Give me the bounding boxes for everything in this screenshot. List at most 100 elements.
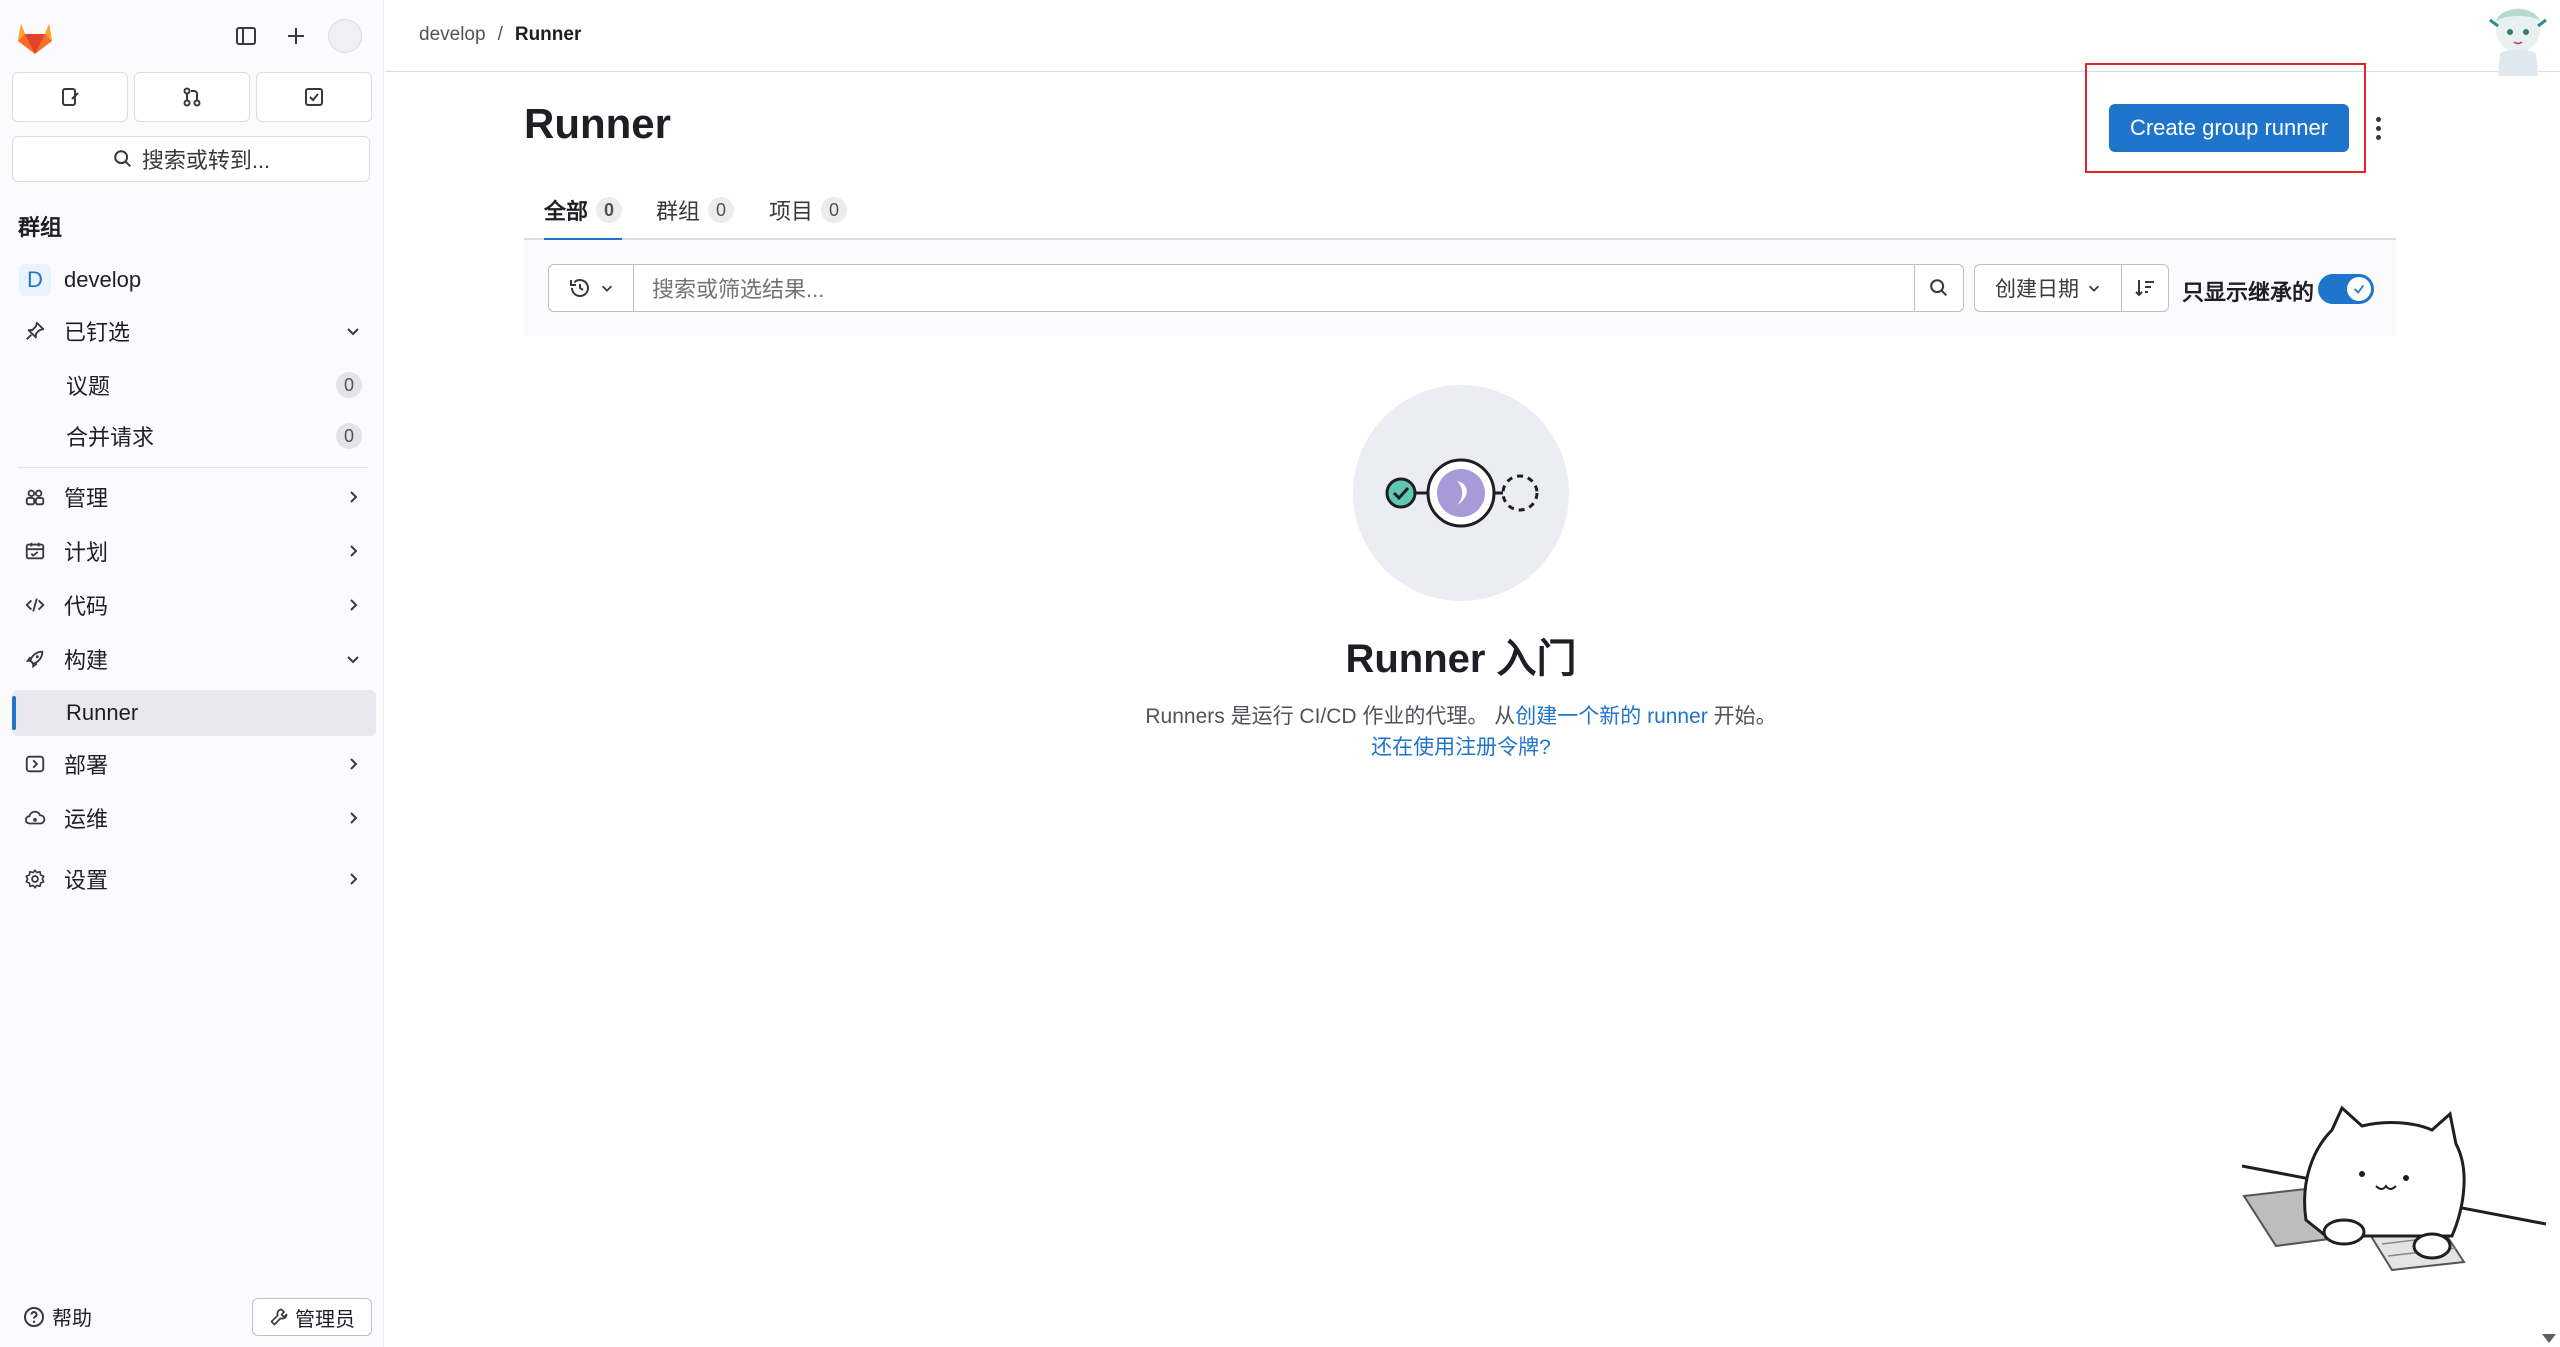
pin-icon bbox=[26, 321, 45, 340]
breadcrumb-parent[interactable]: develop bbox=[419, 24, 486, 46]
sidebar-item-issues[interactable]: 议题 0 bbox=[12, 362, 376, 408]
search-history-dropdown[interactable] bbox=[548, 264, 634, 312]
create-runner-link[interactable]: 创建一个新的 runner bbox=[1515, 705, 1708, 728]
sidebar-item-plan[interactable]: 计划 bbox=[12, 528, 376, 574]
sidebar-divider bbox=[18, 467, 368, 468]
scroll-down-arrow-icon[interactable] bbox=[2542, 1334, 2556, 1343]
tab-group-count: 0 bbox=[708, 197, 735, 223]
chevron-right-icon bbox=[350, 599, 358, 611]
sidebar-item-deploy[interactable]: 部署 bbox=[12, 741, 376, 787]
merge-request-icon bbox=[183, 87, 201, 107]
chevron-right-icon bbox=[350, 873, 358, 885]
cat-keyboard-illustration bbox=[2241, 1105, 2547, 1272]
cloud-gear-icon bbox=[24, 810, 46, 825]
merge-requests-quick-button[interactable] bbox=[134, 72, 250, 122]
issues-count-badge: 0 bbox=[336, 372, 362, 398]
chevron-down-icon bbox=[602, 285, 612, 292]
code-icon bbox=[25, 598, 45, 612]
tab-project-count: 0 bbox=[821, 197, 848, 223]
sidebar-item-settings[interactable]: 设置 bbox=[12, 856, 376, 902]
chevron-right-icon bbox=[350, 758, 358, 770]
runner-empty-state-illustration bbox=[1353, 385, 1569, 601]
anime-character-image bbox=[2489, 8, 2547, 76]
tab-project[interactable]: 项目 0 bbox=[769, 180, 848, 240]
sidebar-code-label: 代码 bbox=[64, 594, 109, 619]
tab-group[interactable]: 群组 0 bbox=[656, 180, 735, 240]
help-button[interactable]: 帮助 bbox=[22, 1302, 92, 1331]
sidebar-section-title: 群组 bbox=[18, 215, 63, 240]
chevron-down-icon bbox=[347, 656, 359, 664]
deploy-icon bbox=[25, 755, 45, 773]
top-bar: develop / Runner bbox=[385, 0, 2560, 76]
sidebar-deploy-label: 部署 bbox=[64, 753, 109, 778]
sidebar-search-button[interactable]: 搜索或转到... bbox=[12, 136, 370, 182]
tab-all[interactable]: 全部 0 bbox=[544, 180, 623, 242]
sort-lowest-icon bbox=[2135, 280, 2154, 297]
chevron-right-icon bbox=[350, 812, 358, 824]
sidebar-header bbox=[0, 0, 384, 72]
breadcrumb-current[interactable]: Runner bbox=[515, 24, 582, 46]
calendar-icon bbox=[25, 542, 45, 560]
sidebar-pinned-label: 已钉选 bbox=[64, 320, 131, 345]
sidebar-item-build[interactable]: 构建 bbox=[12, 636, 376, 682]
users-icon bbox=[25, 489, 45, 506]
filter-search-input[interactable]: 搜索或筛选结果... bbox=[633, 264, 1915, 312]
admin-label: 管理员 bbox=[295, 1308, 355, 1331]
search-icon bbox=[114, 150, 131, 168]
history-icon bbox=[570, 279, 589, 297]
sidebar-settings-label: 设置 bbox=[64, 868, 109, 893]
user-avatar[interactable] bbox=[328, 19, 362, 53]
search-icon bbox=[1930, 279, 1948, 297]
sidebar-operate-label: 运维 bbox=[64, 807, 109, 832]
sidebar-item-runner[interactable]: Runner bbox=[12, 690, 376, 736]
sidebar-plan-label: 计划 bbox=[64, 540, 109, 565]
sort-dropdown[interactable]: 创建日期 bbox=[1974, 264, 2122, 312]
chevron-down-icon bbox=[2089, 285, 2099, 292]
runner-tabs: 全部 0 群组 0 项目 0 bbox=[524, 180, 2396, 242]
chevron-right-icon bbox=[350, 491, 358, 503]
sidebar-merge-requests-label: 合并请求 bbox=[66, 425, 155, 450]
question-circle-icon bbox=[24, 1306, 44, 1327]
sidebar-item-code[interactable]: 代码 bbox=[12, 582, 376, 628]
wrench-icon bbox=[270, 1308, 288, 1326]
sidebar-item-operate[interactable]: 运维 bbox=[12, 795, 376, 841]
sidebar-toggle-icon[interactable] bbox=[228, 18, 264, 54]
check-icon bbox=[2354, 284, 2365, 294]
inherited-only-label: 只显示继承的 bbox=[2182, 280, 2315, 305]
empty-desc-prefix: Runners 是运行 CI/CD 作业的代理。 从 bbox=[1145, 705, 1516, 728]
sidebar-group-name: develop bbox=[64, 267, 142, 292]
sidebar-runner-label: Runner bbox=[66, 700, 139, 725]
more-actions-kebab-icon[interactable] bbox=[2366, 112, 2390, 144]
sidebar-item-merge-requests[interactable]: 合并请求 0 bbox=[12, 413, 376, 459]
sidebar-item-manage[interactable]: 管理 bbox=[12, 474, 376, 520]
inherited-only-toggle[interactable] bbox=[2318, 274, 2374, 304]
sort-direction-button[interactable] bbox=[2121, 264, 2169, 312]
chevron-down-icon bbox=[347, 328, 359, 336]
create-new-icon[interactable] bbox=[278, 18, 314, 54]
page-title: Runner bbox=[524, 100, 671, 147]
merge-requests-count-badge: 0 bbox=[336, 423, 362, 449]
gear-icon bbox=[25, 869, 45, 889]
empty-state-description: Runners 是运行 CI/CD 作业的代理。 从创建一个新的 runner … bbox=[1000, 700, 1922, 730]
sort-label: 创建日期 bbox=[1995, 278, 2079, 301]
gitlab-logo-icon[interactable] bbox=[14, 16, 56, 56]
group-avatar: D bbox=[19, 264, 51, 296]
issues-quick-button[interactable] bbox=[12, 72, 128, 122]
help-label: 帮助 bbox=[52, 1308, 92, 1330]
chevron-right-icon bbox=[350, 545, 358, 557]
sidebar-item-pinned[interactable]: 已钉选 bbox=[12, 308, 376, 354]
admin-button[interactable]: 管理员 bbox=[252, 1298, 372, 1336]
create-group-runner-button[interactable]: Create group runner bbox=[2109, 104, 2349, 152]
empty-state-title: Runner 入门 bbox=[1345, 637, 1577, 681]
todo-icon bbox=[305, 88, 323, 106]
sidebar: 搜索或转到... 群组 D develop 已钉选 议题 0 合并请求 0 管理… bbox=[0, 0, 384, 1347]
empty-desc-suffix: 开始。 bbox=[1707, 705, 1777, 728]
registration-token-link[interactable]: 还在使用注册令牌? bbox=[1000, 731, 1922, 761]
sidebar-search-label: 搜索或转到... bbox=[141, 148, 271, 173]
sidebar-item-group[interactable]: D develop bbox=[12, 257, 376, 303]
sidebar-issues-label: 议题 bbox=[66, 374, 111, 399]
todo-quick-button[interactable] bbox=[256, 72, 372, 122]
tab-project-label: 项目 bbox=[769, 199, 814, 224]
rocket-icon bbox=[25, 650, 44, 669]
filter-search-button[interactable] bbox=[1914, 264, 1964, 312]
